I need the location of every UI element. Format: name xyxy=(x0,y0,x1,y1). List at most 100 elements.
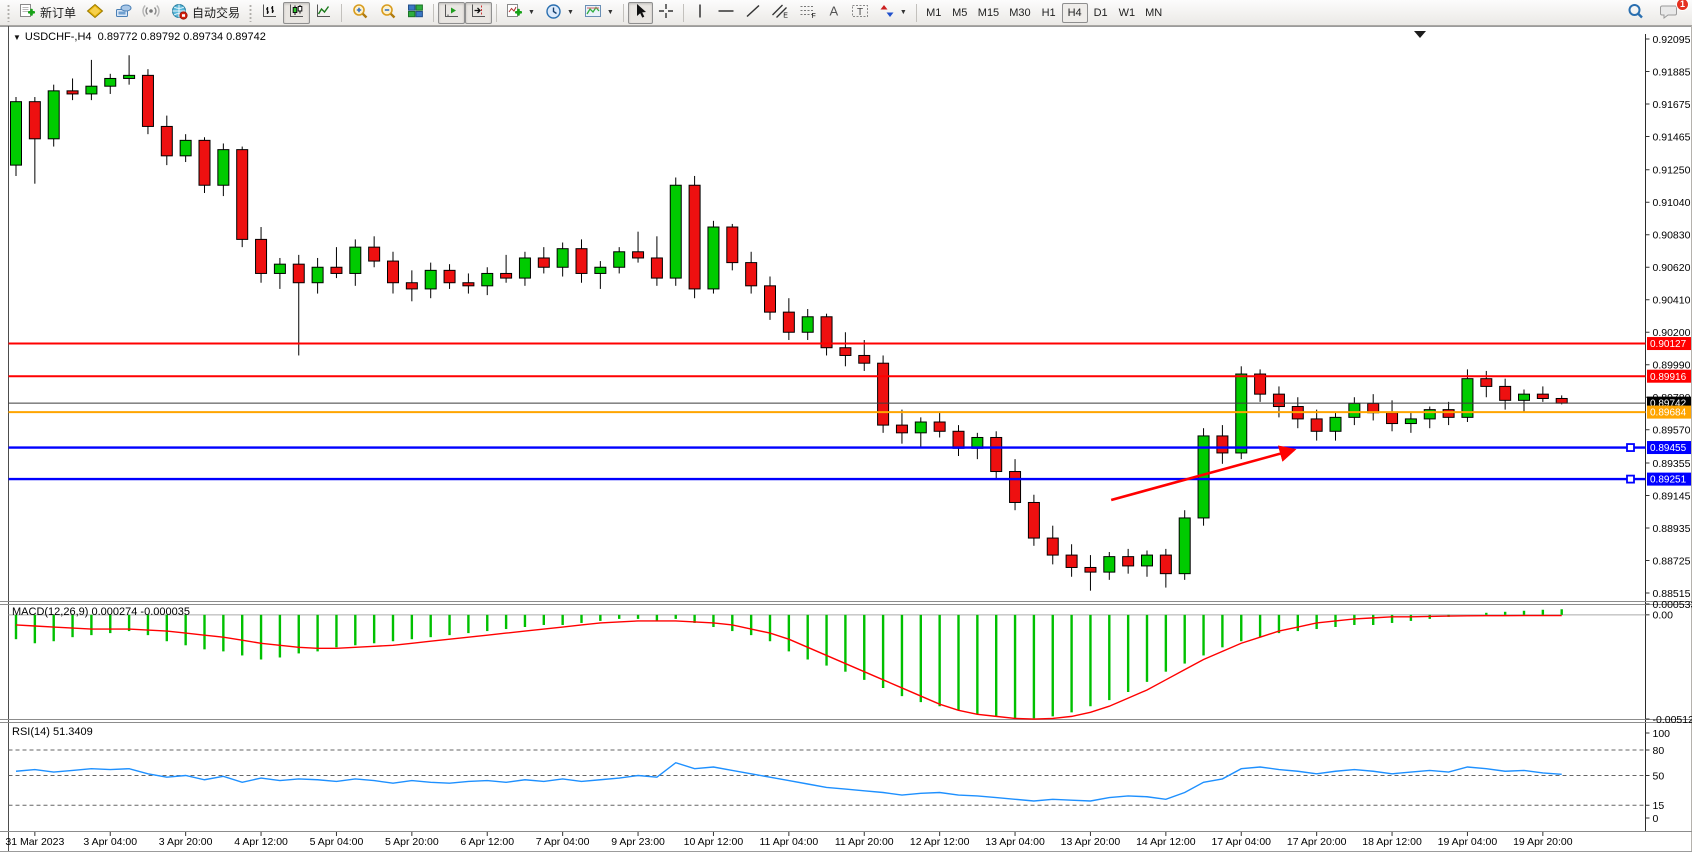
toolbar-grip xyxy=(7,4,10,22)
candle xyxy=(1405,419,1416,424)
candle xyxy=(180,140,191,155)
text-icon: A xyxy=(827,3,841,22)
candle xyxy=(237,150,248,240)
autotrading-label: 自动交易 xyxy=(192,4,240,21)
line-chart-button[interactable] xyxy=(310,2,337,24)
candle xyxy=(670,185,681,278)
candle xyxy=(463,283,474,286)
candle xyxy=(482,273,493,285)
periods-button[interactable]: ▼ xyxy=(540,2,579,24)
svg-text:9 Apr 23:00: 9 Apr 23:00 xyxy=(611,836,665,848)
candle xyxy=(1481,379,1492,387)
svg-text:0.91465: 0.91465 xyxy=(1653,131,1691,143)
autotrading-icon xyxy=(170,3,188,23)
vertical-line-button[interactable] xyxy=(688,2,712,24)
candle xyxy=(727,227,738,263)
autotrading-button[interactable]: 自动交易 xyxy=(165,2,245,24)
cursor-button[interactable] xyxy=(628,2,653,24)
timeframe-m15-button[interactable]: M15 xyxy=(973,3,1004,23)
svg-text:7 Apr 04:00: 7 Apr 04:00 xyxy=(536,836,590,848)
chevron-down-icon: ▼ xyxy=(607,9,614,16)
tile-windows-button[interactable] xyxy=(402,2,429,24)
timeframe-w1-button[interactable]: W1 xyxy=(1114,3,1141,23)
zoom-in-icon xyxy=(351,3,369,23)
fibonacci-button[interactable]: F xyxy=(794,2,822,24)
svg-text:F: F xyxy=(811,13,815,19)
candle xyxy=(1085,567,1096,572)
chevron-down-icon: ▼ xyxy=(567,9,574,16)
candle xyxy=(802,317,813,332)
chart-canvas[interactable]: 0.920950.918850.916750.914650.912500.910… xyxy=(0,26,1692,852)
svg-text:0: 0 xyxy=(1653,813,1659,825)
bar-chart-button[interactable] xyxy=(256,2,283,24)
notifications-button[interactable]: 1 xyxy=(1655,2,1683,24)
templates-button[interactable]: ▼ xyxy=(579,2,619,24)
gold-button[interactable] xyxy=(81,2,109,24)
chart-shift-icon xyxy=(470,3,487,22)
horizontal-line-button[interactable] xyxy=(712,2,740,24)
svg-text:3 Apr 20:00: 3 Apr 20:00 xyxy=(159,836,213,848)
timeframe-m1-button[interactable]: M1 xyxy=(921,3,947,23)
text-button[interactable]: A xyxy=(822,2,846,24)
toolbar-grip xyxy=(249,4,252,22)
candle xyxy=(915,422,926,433)
new-order-button[interactable]: 新订单 xyxy=(14,2,81,24)
candle xyxy=(1047,538,1058,555)
candle xyxy=(1236,374,1247,453)
candle xyxy=(331,267,342,273)
zoom-in-button[interactable] xyxy=(346,2,374,24)
candle xyxy=(859,355,870,363)
candle xyxy=(1066,555,1077,567)
svg-text:18 Apr 12:00: 18 Apr 12:00 xyxy=(1362,836,1422,848)
svg-text:0.90127: 0.90127 xyxy=(1650,339,1687,350)
equidistant-channel-button[interactable]: E xyxy=(766,2,794,24)
candle xyxy=(86,86,97,94)
timeframe-m30-button[interactable]: M30 xyxy=(1004,3,1035,23)
candle xyxy=(953,431,964,448)
svg-text:11 Apr 20:00: 11 Apr 20:00 xyxy=(835,836,894,848)
timeframe-m5-button[interactable]: M5 xyxy=(947,3,973,23)
text-label-button[interactable]: T xyxy=(846,2,874,24)
timeframe-d1-button[interactable]: D1 xyxy=(1088,3,1114,23)
candle xyxy=(444,270,455,282)
vertical-line-icon xyxy=(694,3,706,22)
fibonacci-icon: F xyxy=(799,3,817,22)
candle xyxy=(1424,410,1435,419)
svg-text:0.89455: 0.89455 xyxy=(1650,443,1687,454)
chart-shift-button[interactable] xyxy=(465,2,492,24)
candle xyxy=(29,102,40,139)
candle xyxy=(312,267,323,282)
svg-text:0.90620: 0.90620 xyxy=(1653,262,1691,274)
svg-text:13 Apr 04:00: 13 Apr 04:00 xyxy=(985,836,1045,848)
symbol-dropdown-icon[interactable]: ▼ xyxy=(13,33,21,42)
indicators-button[interactable]: ▼ xyxy=(501,2,540,24)
candle xyxy=(765,286,776,312)
candle xyxy=(595,267,606,273)
candle xyxy=(576,249,587,274)
timeframe-h4-button[interactable]: H4 xyxy=(1062,3,1088,23)
candle xyxy=(67,91,78,94)
timeframe-mn-button[interactable]: MN xyxy=(1140,3,1167,23)
arrows-button[interactable]: ▼ xyxy=(874,2,912,24)
candle xyxy=(1160,555,1171,574)
search-button[interactable] xyxy=(1622,2,1649,24)
candlestick-chart-button[interactable] xyxy=(283,2,310,24)
candle xyxy=(199,140,210,185)
notification-count-badge: 1 xyxy=(1676,0,1689,11)
candle xyxy=(1123,557,1134,566)
virtual-hosting-button[interactable] xyxy=(109,2,137,24)
crosshair-button[interactable] xyxy=(653,2,679,24)
candle xyxy=(746,263,757,286)
signals-button[interactable] xyxy=(137,2,165,24)
trendline-button[interactable] xyxy=(740,2,766,24)
crosshair-icon xyxy=(658,3,674,22)
signals-icon xyxy=(142,3,160,22)
virtual-hosting-icon xyxy=(114,3,132,22)
toolbar-separator xyxy=(916,4,917,22)
svg-text:0.89251: 0.89251 xyxy=(1650,475,1687,486)
candle xyxy=(878,363,889,425)
candle xyxy=(293,264,304,283)
zoom-out-button[interactable] xyxy=(374,2,402,24)
timeframe-h1-button[interactable]: H1 xyxy=(1036,3,1062,23)
auto-scroll-button[interactable] xyxy=(438,2,465,24)
